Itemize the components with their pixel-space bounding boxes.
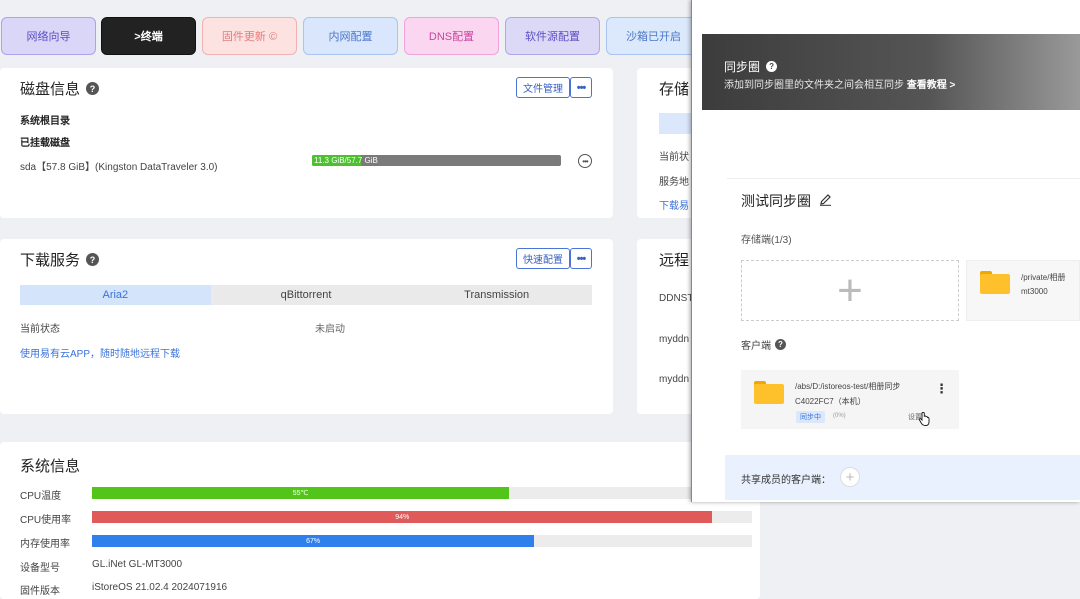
disk-info-title-text: 磁盘信息 [20, 81, 81, 98]
disk-usage-text: 11.3 GiB/57.7 GiB [314, 156, 378, 165]
client-kebab-icon[interactable]: ⋮ [935, 381, 948, 397]
cpu-usage-fill: 94% [92, 511, 713, 523]
top-navigation: 网络向导 >终端 固件更新 © 内网配置 DNS配置 软件源配置 沙箱已开启 [0, 0, 701, 68]
device-model-label: 设备型号 [20, 563, 60, 574]
tab-qbittorrent[interactable]: qBittorrent [211, 285, 402, 305]
storage-status-label: 当前状 [659, 152, 689, 163]
sync-progress: (0%) [833, 413, 846, 419]
cpu-temp-label: CPU温度 [20, 491, 62, 502]
quick-config-button[interactable]: 快速配置 [516, 248, 570, 269]
shared-clients-bar: 共享成员的客户端： [725, 455, 1080, 500]
cpu-temp-value: 55℃ [292, 490, 309, 497]
disk-name: sda【57.8 GiB】(Kingston DataTraveler 3.0) [20, 162, 218, 173]
mounted-disk-label: 已挂载磁盘 [20, 138, 70, 149]
sync-ring-name: 测试同步圈 [741, 193, 811, 209]
cpu-usage-label: CPU使用率 [20, 515, 72, 526]
sync-subtitle: 添加到同步圈里的文件夹之间会相互同步 查看教程 > [724, 76, 955, 91]
client-label-text: 客户端 [741, 341, 771, 352]
cpu-temp-fill: 55℃ [92, 487, 510, 499]
system-info-title-text: 系统信息 [20, 458, 81, 475]
plus-icon: + [837, 265, 863, 315]
nav-dns-config[interactable]: DNS配置 [404, 17, 499, 55]
file-manager-button[interactable]: 文件管理 [516, 77, 570, 98]
system-info-title: 系统信息 [20, 455, 80, 476]
remote-title-text: 远程 [659, 252, 690, 269]
nav-lan-config[interactable]: 内网配置 [303, 17, 398, 55]
disk-more-button[interactable]: ••• [570, 77, 592, 98]
sync-subtitle-text: 添加到同步圈里的文件夹之间会相互同步 [724, 80, 904, 91]
client-path: /abs/D:/istoreos-test/相册同步 [795, 382, 901, 391]
nav-software-source[interactable]: 软件源配置 [505, 17, 600, 55]
storage-device: mt3000 [1021, 287, 1048, 296]
help-icon[interactable]: ? [766, 61, 778, 72]
remote-row-myddns-2: myddn [659, 374, 690, 385]
download-status-label: 当前状态 [20, 324, 60, 335]
storage-title-text: 存储 [659, 81, 690, 98]
download-more-button[interactable]: ••• [570, 248, 592, 269]
tab-transmission[interactable]: Transmission [401, 285, 592, 305]
sync-header: 同步圈 ? 添加到同步圈里的文件夹之间会相互同步 查看教程 > [702, 34, 1080, 110]
hand-cursor-icon [918, 411, 930, 429]
help-icon[interactable]: ? [86, 253, 100, 266]
tutorial-link[interactable]: 查看教程 > [907, 80, 956, 91]
shared-clients-label: 共享成员的客户端： [741, 475, 831, 486]
disk-usage-bar: 11.3 GiB/57.7 GiB [312, 155, 561, 166]
help-icon[interactable]: ? [775, 339, 786, 350]
download-app-link[interactable]: 使用易有云APP，随时随地远程下载 [20, 345, 180, 360]
nav-network-wizard[interactable]: 网络向导 [1, 17, 96, 55]
help-icon[interactable]: ? [86, 82, 100, 95]
storage-service-label: 服务地 [659, 177, 689, 188]
memory-usage-value: 67% [306, 537, 321, 545]
add-storage-button[interactable]: + [741, 260, 959, 321]
tab-aria2[interactable]: Aria2 [20, 285, 211, 305]
client-device: C4022FC7（本机） [795, 397, 866, 406]
cpu-usage-value: 94% [395, 513, 410, 521]
remote-row-ddns: DDNST [659, 293, 694, 304]
sync-title: 同步圈 ? [724, 58, 778, 75]
sync-status-badge: 同步中 [796, 411, 825, 423]
firmware-version-value: iStoreOS 21.02.4 2024071916 [92, 582, 228, 593]
storage-title: 存储 [659, 78, 689, 99]
cpu-temp-bar: 55℃ [92, 487, 752, 499]
memory-usage-bar: 67% [92, 535, 752, 547]
remote-row-myddns-1: myddn [659, 334, 690, 345]
cpu-usage-bar: 94% [92, 511, 752, 523]
add-shared-client-button[interactable]: + [840, 467, 860, 487]
plus-icon: + [845, 468, 855, 486]
download-service-title-text: 下载服务 [20, 252, 81, 269]
disk-info-title: 磁盘信息 ? [20, 78, 100, 99]
storage-end-label: 存储端(1/3) [741, 235, 792, 246]
nav-sandbox[interactable]: 沙箱已开启 [606, 17, 701, 55]
client-section-label: 客户端 ? [741, 337, 786, 352]
download-service-title: 下载服务 ? [20, 249, 100, 270]
nav-firmware-update[interactable]: 固件更新 © [202, 17, 297, 55]
remote-title: 远程 [659, 249, 689, 270]
storage-end-item[interactable]: /private/相册 mt3000 [966, 260, 1080, 321]
sync-title-text: 同步圈 [724, 60, 761, 74]
folder-icon [754, 381, 784, 404]
sync-ring-title: 测试同步圈 [741, 191, 832, 211]
root-dir-label: 系统根目录 [20, 116, 70, 127]
device-model-value: GL.iNet GL-MT3000 [92, 559, 183, 570]
storage-path: /private/相册 [1021, 273, 1066, 282]
firmware-version-label: 固件版本 [20, 586, 60, 597]
download-status-value: 未启动 [315, 324, 345, 335]
storage-download-link[interactable]: 下载易 [659, 197, 689, 212]
memory-usage-label: 内存使用率 [20, 539, 70, 550]
pencil-icon[interactable] [819, 193, 832, 209]
folder-icon [980, 271, 1010, 294]
download-tabs: Aria2 qBittorrent Transmission [20, 285, 592, 305]
memory-usage-fill: 67% [92, 535, 535, 547]
disk-row-more-icon[interactable]: ••• [578, 154, 592, 168]
nav-terminal[interactable]: >终端 [101, 17, 196, 55]
